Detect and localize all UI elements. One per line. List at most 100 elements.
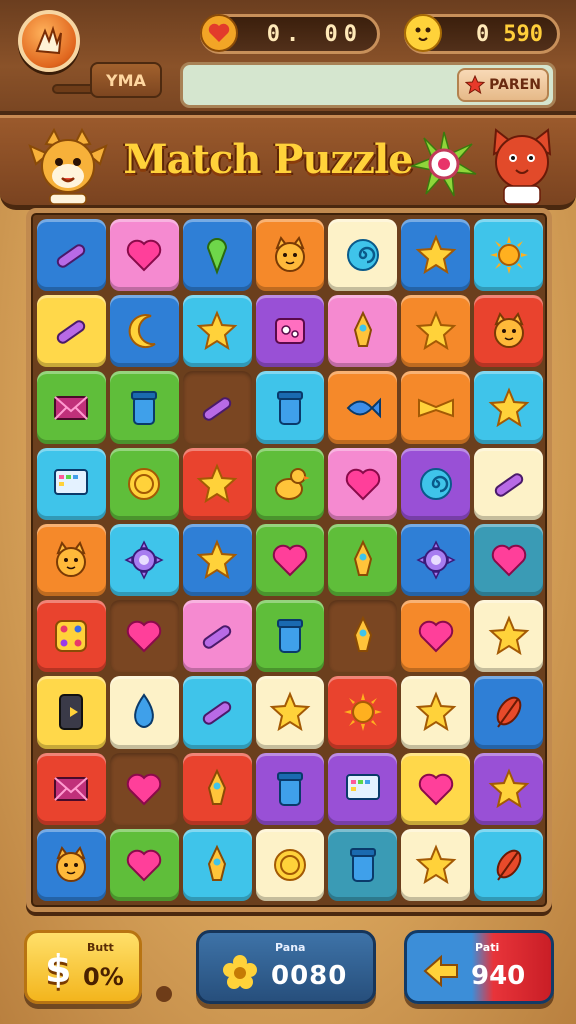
tile-r1-c1[interactable] (37, 219, 106, 292)
jar-icon (276, 619, 303, 654)
tile-r8-c2[interactable] (109, 752, 179, 825)
drop-icon (134, 693, 155, 729)
tile-r6-c3[interactable] (182, 600, 252, 673)
tile-r9-c4[interactable] (255, 828, 325, 901)
tile-r5-c4[interactable] (255, 523, 325, 597)
pen-icon (202, 625, 232, 649)
points-button[interactable]: Pana 0080 (196, 930, 376, 1004)
tile-r9-c5[interactable] (328, 828, 398, 901)
tile-r1-c6[interactable] (401, 219, 471, 292)
tile-r6-c1[interactable] (37, 600, 106, 673)
tile-r4-c7[interactable] (474, 447, 543, 520)
bow-icon (417, 398, 454, 417)
tile-grid (37, 219, 543, 901)
rocket-icon (353, 310, 372, 348)
points-value: 0080 (271, 961, 348, 991)
screen-icon (54, 468, 89, 495)
screen-icon (345, 773, 380, 800)
tile-r6-c7[interactable] (474, 600, 543, 673)
heart-icon (127, 849, 162, 882)
pause-button[interactable]: PAREN (457, 68, 549, 102)
game-title: Match Puzzle (123, 136, 413, 183)
tile-r2-c1[interactable] (37, 295, 106, 368)
tile-r5-c6[interactable] (401, 523, 471, 597)
next-button[interactable]: Pati 940 (404, 930, 554, 1004)
tile-r9-c6[interactable] (401, 828, 471, 901)
tile-r7-c3[interactable] (182, 676, 252, 749)
tile-r9-c1[interactable] (37, 828, 106, 901)
star-icon (488, 615, 529, 656)
star-icon (415, 234, 457, 275)
tile-r3-c2[interactable] (109, 371, 179, 444)
tile-r5-c1[interactable] (37, 523, 106, 597)
tile-r7-c2[interactable] (109, 676, 179, 749)
tile-r7-c4[interactable] (255, 676, 325, 749)
dice-icon (55, 620, 88, 653)
tile-r5-c5[interactable] (328, 523, 398, 597)
tile-r8-c3[interactable] (182, 752, 252, 825)
tile-r5-c3[interactable] (182, 523, 252, 597)
star-icon (488, 768, 529, 808)
coins-label: Butt (87, 941, 114, 954)
tile-r4-c3[interactable] (182, 447, 252, 520)
duck-icon (274, 467, 310, 500)
cat-icon (56, 540, 87, 577)
tile-r1-c2[interactable] (109, 219, 179, 292)
tile-r3-c4[interactable] (255, 371, 325, 444)
tile-r4-c1[interactable] (37, 447, 106, 520)
tile-r3-c5[interactable] (328, 371, 398, 444)
top-hud: 0. 00 0 590 YMA PAREN (0, 0, 576, 115)
tile-r4-c4[interactable] (255, 447, 325, 520)
tile-r2-c3[interactable] (182, 295, 252, 368)
heart-icon (345, 468, 381, 501)
jar-icon (131, 390, 158, 425)
heart-icon (197, 11, 241, 55)
tile-r3-c6[interactable] (401, 371, 471, 444)
tile-r6-c2[interactable] (109, 600, 179, 673)
tile-r1-c7[interactable] (474, 219, 543, 292)
level-progress-bar: PAREN (180, 62, 556, 108)
tile-r8-c4[interactable] (255, 752, 325, 825)
tile-r1-c5[interactable] (328, 219, 398, 292)
star-icon (465, 75, 486, 95)
tile-r4-c2[interactable] (109, 447, 179, 520)
tile-r7-c5[interactable] (328, 676, 398, 749)
tile-r8-c5[interactable] (328, 752, 398, 825)
tile-r3-c3[interactable] (182, 371, 252, 444)
coins-button[interactable]: $ Butt 0% (24, 930, 142, 1004)
rocket-icon (353, 539, 372, 576)
tile-r9-c7[interactable] (474, 828, 543, 901)
gear-icon (124, 540, 164, 580)
cat-icon (274, 236, 305, 273)
tile-r5-c2[interactable] (109, 523, 179, 597)
tile-r2-c7[interactable] (474, 295, 543, 368)
tile-r7-c7[interactable] (474, 676, 543, 749)
star-icon (269, 691, 311, 732)
tile-r9-c3[interactable] (182, 828, 252, 901)
tile-r2-c6[interactable] (401, 295, 471, 368)
tile-r8-c6[interactable] (401, 752, 471, 825)
tile-r2-c2[interactable] (109, 295, 179, 368)
tile-r6-c6[interactable] (401, 600, 471, 673)
heart-icon (127, 773, 162, 806)
tile-r7-c6[interactable] (401, 676, 471, 749)
tile-r9-c2[interactable] (109, 828, 179, 901)
tile-r8-c7[interactable] (474, 752, 543, 825)
tile-r3-c7[interactable] (474, 371, 543, 444)
tile-r6-c5[interactable] (328, 600, 398, 673)
rocket-icon (208, 768, 227, 805)
tile-r6-c4[interactable] (255, 600, 325, 673)
tile-r1-c4[interactable] (255, 219, 325, 292)
tile-r3-c1[interactable] (37, 371, 106, 444)
heart-icon (491, 544, 526, 577)
tile-r4-c5[interactable] (328, 447, 398, 520)
tile-r7-c1[interactable] (37, 676, 106, 749)
gear-icon (416, 540, 456, 580)
tile-r1-c3[interactable] (182, 219, 252, 292)
tile-r5-c7[interactable] (474, 523, 543, 597)
tile-r2-c5[interactable] (328, 295, 398, 368)
tile-r8-c1[interactable] (37, 752, 106, 825)
tile-r2-c4[interactable] (255, 295, 325, 368)
tile-r4-c6[interactable] (401, 447, 471, 520)
score-value: 590 (503, 21, 543, 47)
